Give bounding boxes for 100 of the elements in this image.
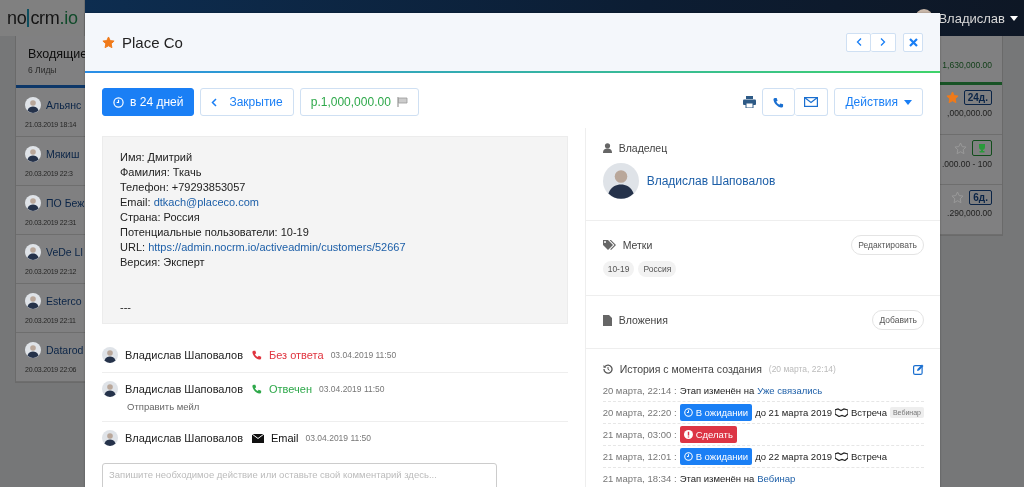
author-name[interactable]: Владислав Шаповалов	[125, 383, 243, 395]
activity-type: Email	[271, 432, 299, 444]
avatar-icon	[102, 430, 118, 446]
days-badge: 6д.	[969, 190, 992, 205]
clock-icon	[683, 408, 693, 417]
print-icon[interactable]	[743, 96, 757, 108]
handshake-icon	[835, 408, 848, 417]
add-button[interactable]: Добавить	[872, 310, 924, 330]
tag[interactable]: 10-19	[602, 261, 635, 277]
file-icon	[602, 314, 612, 326]
edit-button[interactable]: Редактировать	[851, 235, 924, 255]
close-button[interactable]	[903, 32, 923, 52]
activity-type: Встреча	[851, 451, 887, 462]
lead-amount: .290,000.00	[947, 208, 992, 218]
lead-name[interactable]: ПО Беж	[46, 197, 85, 209]
history-text: Этап изменён на	[679, 473, 755, 484]
status-badge: В ожидании	[679, 448, 753, 465]
section-label: Вложения	[618, 314, 668, 326]
link[interactable]: https://admin.nocrm.io/activeadmin/customers/52667	[148, 241, 406, 253]
description-line: Email: dtkach@placeco.com	[120, 195, 260, 210]
history-time: 21 марта, 12:01 :	[602, 451, 677, 462]
lead-name[interactable]: Esterco	[46, 295, 82, 307]
status-badge: Сделать	[679, 426, 737, 443]
step-button[interactable]: Закрытие	[200, 88, 294, 116]
caret-icon	[904, 99, 912, 105]
history-text: до 22 марта 2019	[755, 451, 832, 462]
tag[interactable]: Россия	[638, 261, 677, 277]
activity-note: Отправить мейл	[127, 401, 201, 412]
days-badge: 24д.	[963, 90, 992, 105]
actions-dropdown[interactable]: Действия	[834, 88, 923, 116]
avatar-icon	[102, 381, 118, 397]
star-outline-icon[interactable]	[954, 141, 967, 155]
description-line: Потенциальные пользователи: 10-19	[120, 225, 310, 240]
avatar-icon	[25, 97, 41, 113]
call-status: Отвечен	[269, 383, 312, 395]
signature-text: ---	[120, 300, 132, 315]
lead-name[interactable]: Datarod	[46, 344, 84, 356]
lead-name[interactable]: VeDe Ll	[46, 246, 83, 258]
user-icon	[602, 143, 612, 153]
link[interactable]: dtkach@placeco.com	[153, 196, 259, 208]
star-icon[interactable]	[102, 35, 115, 49]
chevron-left-icon	[855, 38, 862, 46]
previous-button[interactable]	[846, 32, 871, 52]
history-text: до 21 марта 2019	[755, 407, 832, 418]
section-label: Владелец	[618, 142, 668, 154]
avatar-icon	[25, 293, 41, 309]
column-total: 1,630,000.00	[942, 60, 992, 70]
avatar-icon	[25, 244, 41, 260]
lead-name[interactable]: Альянс	[46, 99, 82, 111]
history-time: 20 марта, 22:20 :	[602, 407, 677, 418]
avatar-icon	[25, 146, 41, 162]
history-time: 21 марта, 03:00 :	[602, 429, 677, 440]
dialog-title: Place Co	[122, 33, 183, 51]
history-time: 20 марта, 22:14 :	[602, 385, 677, 396]
next-button[interactable]	[871, 32, 896, 52]
chevron-right-icon	[880, 38, 886, 46]
exclamation-icon	[683, 430, 693, 439]
owner-name[interactable]: Владислав Шаповалов	[646, 174, 776, 188]
star-icon[interactable]	[945, 91, 959, 104]
activity-time: 03.04.2019 11:50	[305, 433, 372, 443]
star-outline-icon[interactable]	[951, 191, 965, 204]
step-link[interactable]: Уже связались	[757, 385, 823, 396]
description-line: Версия: Эксперт	[120, 255, 206, 270]
deadline-button[interactable]: в 24 дней	[102, 88, 195, 116]
history-since: (20 марта, 22:14)	[768, 364, 836, 374]
column-title: Входящие	[28, 46, 89, 61]
history-icon	[602, 364, 613, 374]
status-badge: В ожидании	[679, 404, 753, 421]
activity-time: 03.04.2019 11:50	[330, 350, 397, 360]
avatar-icon	[25, 342, 41, 358]
envelope-icon	[804, 97, 819, 107]
avatar-icon	[602, 163, 639, 199]
description-line: Страна: Россия	[120, 210, 201, 225]
handshake-icon	[835, 452, 848, 461]
author-name[interactable]: Владислав Шаповалов	[125, 349, 243, 361]
user-menu[interactable]: Владислав	[938, 10, 1005, 26]
lead-amount: .000.00 - 100	[941, 159, 992, 169]
amount-button[interactable]: р.1,000,000.00	[299, 88, 419, 116]
lead-count: 6 Лиды	[28, 64, 58, 75]
comment-field[interactable]: Запишите необходимое действие или оставьте свой комментарий здесь...	[102, 463, 497, 487]
email-button[interactable]	[795, 88, 829, 116]
clock-icon	[113, 96, 124, 108]
chevron-left-icon	[211, 97, 218, 107]
section-label: История с момента создания	[619, 363, 762, 375]
activity-type: Встреча	[851, 407, 887, 418]
section-label: Метки	[622, 239, 653, 251]
activity-time: 03.04.2019 11:50	[319, 384, 385, 394]
edit-icon[interactable]	[913, 363, 924, 375]
caret-icon[interactable]	[1010, 15, 1018, 21]
call-button[interactable]	[762, 88, 796, 116]
step-link[interactable]: Вебинар	[757, 473, 796, 484]
lead-name[interactable]: Мякиш	[46, 148, 80, 160]
description-line: URL: https://admin.nocrm.io/activeadmin/customers/52667	[120, 240, 407, 255]
phone-icon	[773, 96, 785, 108]
avatar-icon	[102, 347, 118, 363]
tags-icon	[602, 240, 616, 250]
author-name[interactable]: Владислав Шаповалов	[125, 432, 243, 444]
close-icon	[908, 37, 918, 47]
flag-icon	[396, 97, 408, 107]
trophy-icon	[977, 143, 987, 153]
